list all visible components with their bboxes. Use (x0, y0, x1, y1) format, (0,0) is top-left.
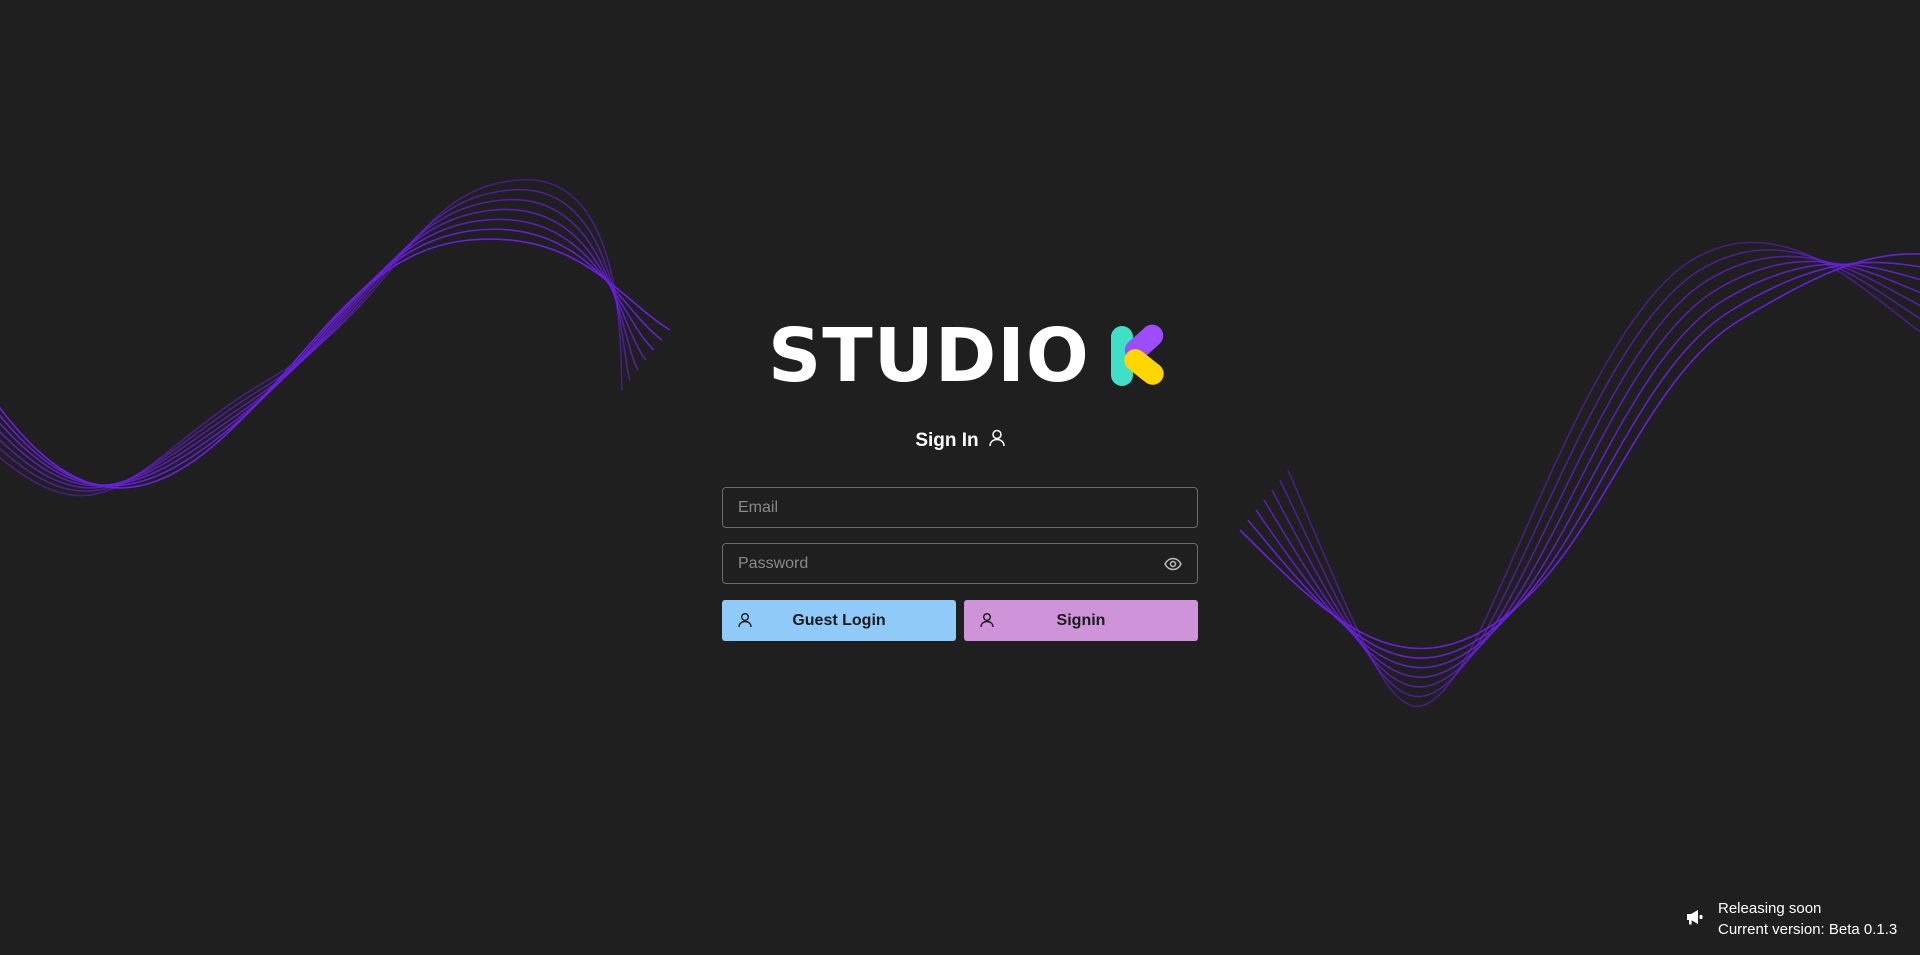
user-icon (738, 612, 754, 628)
wave-line (0, 179, 623, 497)
wave-line (0, 189, 631, 492)
login-page: STUDIO Sign In Email Guest Login Signin … (0, 0, 1920, 955)
guest-login-label: Guest Login (792, 611, 886, 629)
email-field[interactable] (722, 487, 1198, 528)
wave-line (1287, 241, 1920, 708)
studio-k-logo: STUDIO (768, 318, 1170, 394)
eye-icon[interactable] (1163, 554, 1183, 574)
wave-line (0, 208, 647, 487)
wave-line (1271, 255, 1920, 688)
wave-line (0, 198, 639, 489)
megaphone-icon (1686, 909, 1704, 930)
signin-button[interactable]: Signin (964, 600, 1198, 641)
version-text: Current version: Beta 0.1.3 (1718, 921, 1898, 938)
wave-line (1255, 263, 1920, 669)
background-waves (0, 179, 1920, 708)
wave-line (0, 218, 655, 486)
k-logo-icon (1110, 324, 1170, 388)
guest-login-button[interactable]: Guest Login (722, 600, 956, 641)
logo-text: STUDIO (768, 313, 1090, 399)
wave-line (1279, 249, 1920, 698)
sign-in-title: Sign In (915, 430, 979, 451)
email-input[interactable] (723, 488, 1197, 527)
password-field[interactable] (722, 543, 1198, 584)
wave-line (1239, 253, 1920, 650)
sign-in-heading: Sign In (722, 428, 1198, 454)
signin-label: Signin (1056, 611, 1106, 629)
user-icon (980, 612, 996, 628)
release-title: Releasing soon (1718, 900, 1822, 917)
wave-line (0, 228, 663, 487)
password-input[interactable] (723, 544, 1163, 583)
release-text: Releasing soon Current version: Beta 0.1… (1718, 898, 1897, 940)
user-icon (988, 429, 1005, 453)
wave-line (1263, 260, 1920, 678)
wave-line (1247, 261, 1920, 659)
wave-line (0, 238, 671, 489)
release-note: Releasing soon Current version: Beta 0.1… (1686, 898, 1897, 940)
